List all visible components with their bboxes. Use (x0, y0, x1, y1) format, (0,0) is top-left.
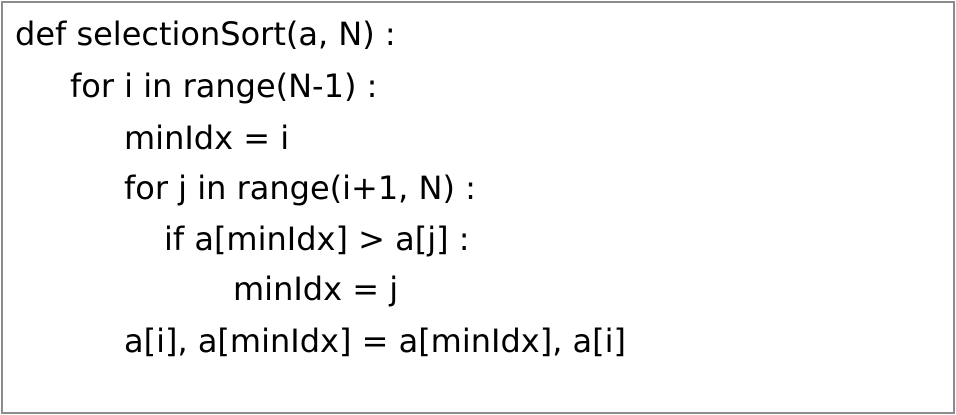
code-line-outer-for: for i in range(N-1) : (70, 67, 378, 105)
code-block: def selectionSort(a, N) : for i in range… (1, 1, 955, 414)
code-line-min-update: minIdx = j (233, 270, 399, 308)
code-line-function-def: def selectionSort(a, N) : (15, 15, 396, 53)
code-line-min-assign: minIdx = i (124, 119, 290, 157)
code-line-if-compare: if a[minIdx] > a[j] : (164, 220, 470, 258)
code-line-inner-for: for j in range(i+1, N) : (124, 169, 476, 207)
code-line-swap: a[i], a[minIdx] = a[minIdx], a[i] (124, 322, 626, 360)
